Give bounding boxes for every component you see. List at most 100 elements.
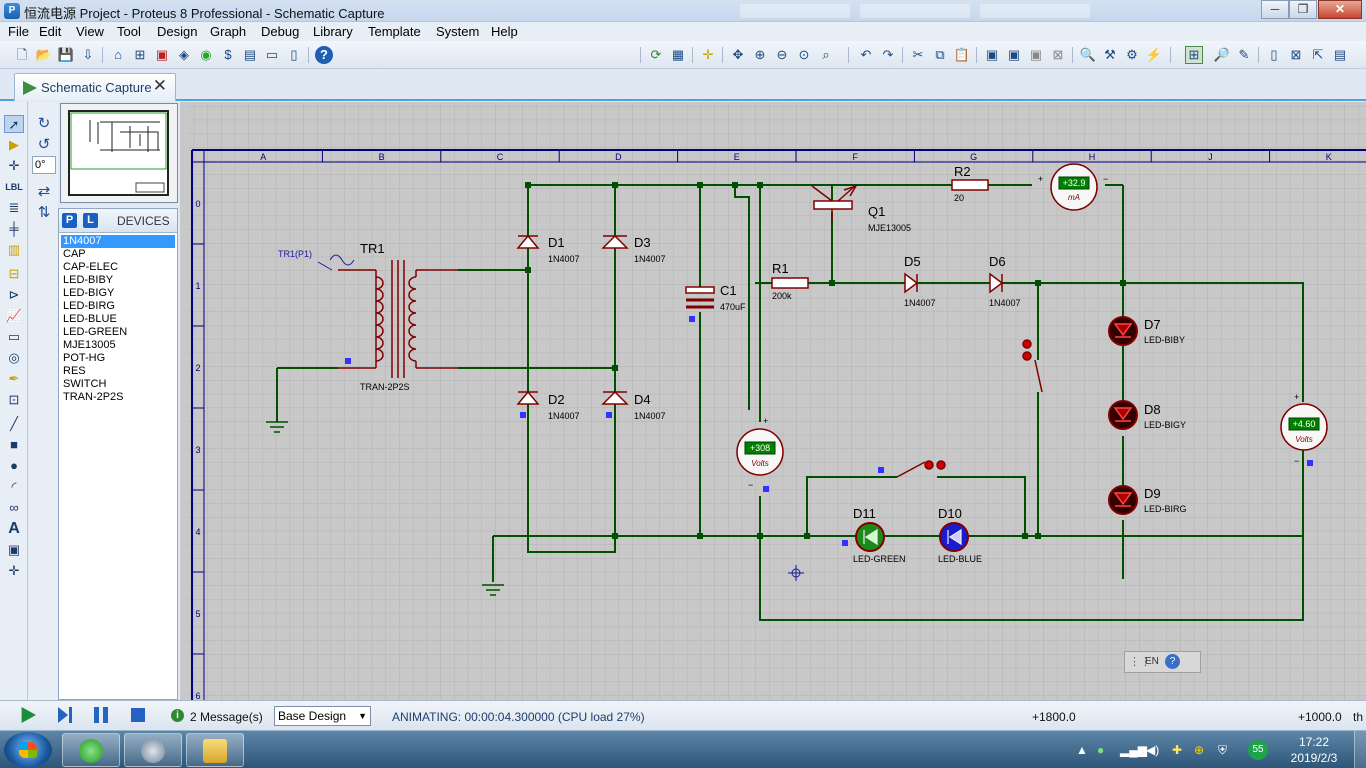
taskbar-app-proteus[interactable] [124,733,182,767]
new-sheet-icon[interactable]: ▯ [1264,45,1284,65]
document-icon[interactable]: ▯ [284,45,304,65]
design-selector[interactable]: Base Design ▼ [274,706,371,726]
import-icon[interactable]: ⇩ [78,45,98,65]
device-list-item[interactable]: LED-BLUE [61,313,175,326]
close-tab-icon[interactable]: ✕ [153,76,167,96]
start-button[interactable] [4,732,52,768]
bom-icon[interactable]: $ [218,45,238,65]
resistor-r2[interactable] [951,179,989,191]
language-help-icon[interactable]: ? [1165,654,1180,669]
menu-view[interactable]: View [76,24,104,39]
volume-icon[interactable]: ◀) [1146,743,1159,757]
voltage-probe-icon[interactable]: ✒ [4,370,24,388]
refresh-icon[interactable]: ⟳ [646,45,666,65]
search-tag-icon[interactable]: 🔎 [1212,45,1232,65]
new-file-icon[interactable]: 🗋 [12,45,32,65]
pause-simulation-button[interactable] [94,707,108,723]
device-list-item[interactable]: RES [61,365,175,378]
paste-icon[interactable]: 📋 [952,45,972,65]
copy-icon[interactable]: ⧉ [930,45,950,65]
remove-sheet-icon[interactable]: ⊠ [1286,45,1306,65]
library-manager-button[interactable]: L [83,213,98,228]
menu-tool[interactable]: Tool [117,24,141,39]
rotate-clockwise-icon[interactable]: ↻ [34,114,54,132]
decompose-icon[interactable]: ⚡ [1144,45,1164,65]
3d-view-icon[interactable]: ◈ [174,45,194,65]
help-icon[interactable]: ? [314,45,334,65]
make-device-icon[interactable]: ⚒ [1100,45,1120,65]
rotate-anticlockwise-icon[interactable]: ↺ [34,135,54,153]
property-assign-icon[interactable]: ✎ [1234,45,1254,65]
grid-toggle-icon[interactable]: ▦ [668,45,688,65]
zoom-area-icon[interactable]: ⌕ [816,45,836,65]
block-move-icon[interactable]: ▣ [1004,45,1024,65]
text-tool-icon[interactable]: A [4,520,24,538]
zoom-in-icon[interactable]: ⊕ [750,45,770,65]
language-bar[interactable]: ⋮⋮ EN ? [1124,651,1201,673]
home-icon[interactable]: ⌂ [108,45,128,65]
overview-window[interactable] [60,103,178,203]
gerber-icon[interactable]: ◉ [196,45,216,65]
schematic-canvas[interactable]: ABCDEFGHJK 0123456 TR1 TRAN-2P2S TR1(P1)… [180,102,1366,700]
tray-badge[interactable]: 55 [1248,740,1268,760]
messages-count[interactable]: 2 Message(s) [190,710,263,724]
menu-library[interactable]: Library [313,24,353,39]
origin-icon[interactable]: ✛ [698,45,718,65]
open-folder-icon[interactable]: 📂 [34,45,54,65]
step-simulation-button[interactable] [58,707,74,723]
led-d10-blue[interactable] [939,522,969,552]
play-simulation-button[interactable] [21,707,36,723]
subcircuit-icon[interactable]: ▥ [4,241,24,259]
source-code-icon[interactable]: ▤ [240,45,260,65]
box-tool-icon[interactable]: ■ [4,436,24,454]
resistor-r1[interactable] [771,277,809,289]
menu-graph[interactable]: Graph [210,24,246,39]
rotation-angle-field[interactable]: 0° [32,156,56,174]
marker-tool-icon[interactable]: ✛ [4,562,24,580]
menu-design[interactable]: Design [157,24,197,39]
device-list-item[interactable]: SWITCH [61,378,175,391]
netlist-icon[interactable]: ▤ [1330,45,1350,65]
selection-mode-icon[interactable]: ➚ [4,115,24,133]
symbol-tool-icon[interactable]: ▣ [4,541,24,559]
block-delete-icon[interactable]: ⊠ [1048,45,1068,65]
circle-tool-icon[interactable]: ● [4,457,24,475]
block-rotate-icon[interactable]: ▣ [1026,45,1046,65]
tray-security-icon[interactable]: ⊕ [1194,743,1204,757]
menu-debug[interactable]: Debug [261,24,299,39]
arc-tool-icon[interactable]: ◜ [4,478,24,496]
pcb-icon[interactable]: ▣ [152,45,172,65]
device-pins-icon[interactable]: ⊳ [4,286,24,304]
device-list-item[interactable]: LED-BIBY [61,274,175,287]
show-desktop-button[interactable] [1354,731,1366,768]
led-d11-green[interactable] [855,522,885,552]
schematic-icon[interactable]: ⊞ [130,45,150,65]
generator-icon[interactable]: ◎ [4,349,24,367]
device-list-item[interactable]: MJE13005 [61,339,175,352]
close-window-button[interactable]: ✕ [1318,0,1362,19]
device-list-item[interactable]: LED-BIRG [61,300,175,313]
redo-icon[interactable]: ↷ [878,45,898,65]
tray-wechat-icon[interactable]: ✚ [1172,743,1182,757]
save-icon[interactable]: 💾 [56,45,76,65]
maximize-button[interactable]: ❐ [1289,0,1317,19]
packaging-tool-icon[interactable]: ⚙ [1122,45,1142,65]
wire-autorouter-icon[interactable]: ⊞ [1184,45,1204,65]
block-copy-icon[interactable]: ▣ [982,45,1002,65]
network-icon[interactable]: ▂▄▆ [1120,743,1147,757]
device-list-item[interactable]: 1N4007 [61,235,175,248]
device-list-item[interactable]: LED-BIGY [61,287,175,300]
tab-schematic-capture[interactable]: Schematic Capture ✕ [14,73,176,101]
taskbar-app-explorer[interactable] [186,733,244,767]
text-script-icon[interactable]: ≣ [4,199,24,217]
menu-system[interactable]: System [436,24,479,39]
stop-simulation-button[interactable] [131,708,145,722]
path-tool-icon[interactable]: ∞ [4,499,24,517]
system-clock[interactable]: 17:22 2019/2/3 [1284,734,1344,766]
virtual-instruments-icon[interactable]: ⊡ [4,391,24,409]
component-mode-icon[interactable]: ▶ [4,136,24,154]
device-list-item[interactable]: CAP-ELEC [61,261,175,274]
menu-edit[interactable]: Edit [39,24,61,39]
schematic-drawing[interactable]: ABCDEFGHJK 0123456 TR1 TRAN-2P2S TR1(P1)… [180,102,1366,700]
tape-recorder-icon[interactable]: ▭ [4,328,24,346]
